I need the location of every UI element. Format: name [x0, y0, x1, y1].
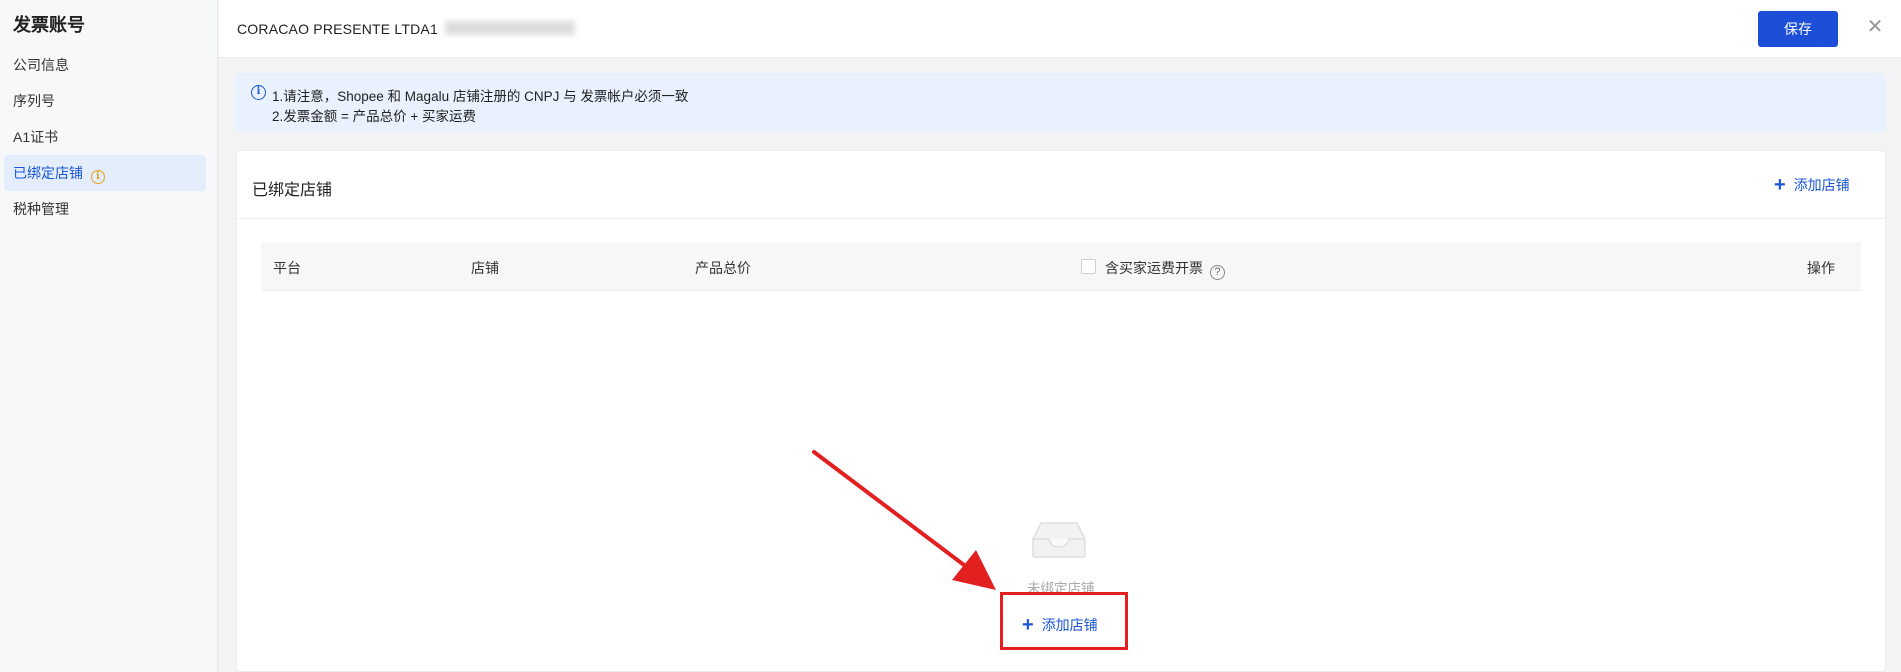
- save-button[interactable]: 保存: [1758, 11, 1838, 47]
- info-icon: i: [251, 85, 266, 100]
- sidebar-item-serial-number[interactable]: 序列号: [4, 83, 206, 119]
- sidebar-item-label: 公司信息: [13, 57, 69, 73]
- include-shipping-checkbox[interactable]: [1081, 259, 1096, 274]
- header: CORACAO PRESENTE LTDA1 保存 ✕: [219, 0, 1901, 58]
- sidebar-item-label: A1证书: [13, 129, 59, 145]
- card-header: 已绑定店铺 + 添加店铺: [237, 151, 1885, 219]
- sidebar-item-bound-stores[interactable]: 已绑定店铺 i: [4, 155, 206, 191]
- close-icon[interactable]: ✕: [1863, 15, 1887, 39]
- sidebar-title: 发票账号: [13, 15, 85, 35]
- sidebar-item-company-info[interactable]: 公司信息: [4, 47, 206, 83]
- add-store-button[interactable]: + 添加店铺: [1774, 173, 1850, 197]
- annotation-highlight-box: [1000, 592, 1128, 650]
- sidebar: 发票账号 公司信息 序列号 A1证书 已绑定店铺 i 税种管理: [0, 0, 218, 672]
- column-platform: 平台: [273, 260, 301, 276]
- sidebar-item-tax-management[interactable]: 税种管理: [4, 191, 206, 227]
- table-header: 平台 店铺 产品总价 含买家运费开票 ? 操作: [261, 242, 1861, 291]
- help-icon[interactable]: ?: [1209, 265, 1225, 280]
- plus-icon: +: [1774, 174, 1786, 196]
- info-icon[interactable]: i: [90, 170, 105, 184]
- empty-inbox-icon: [1032, 522, 1086, 558]
- company-name: CORACAO PRESENTE LTDA1: [237, 21, 438, 37]
- column-store: 店铺: [471, 260, 499, 276]
- include-shipping-label: 含买家运费开票: [1105, 260, 1203, 276]
- notice-line-2: 2.发票金额 = 产品总价 + 买家运费: [272, 109, 477, 124]
- notice-banner: i 1.请注意，Shopee 和 Magalu 店铺注册的 CNPJ 与 发票帐…: [236, 73, 1886, 132]
- sidebar-item-label: 税种管理: [13, 201, 69, 217]
- annotation-arrow-icon: [812, 450, 996, 590]
- column-total-price: 产品总价: [695, 260, 751, 276]
- card-title: 已绑定店铺: [252, 182, 333, 199]
- sidebar-item-label: 已绑定店铺: [13, 165, 83, 181]
- add-store-label: 添加店铺: [1793, 177, 1850, 193]
- column-include-shipping: 含买家运费开票 ?: [1105, 258, 1225, 280]
- column-actions: 操作: [1807, 260, 1835, 276]
- sidebar-item-a1-certificate[interactable]: A1证书: [4, 119, 206, 155]
- redacted-id: [445, 21, 575, 35]
- notice-line-1: 1.请注意，Shopee 和 Magalu 店铺注册的 CNPJ 与 发票帐户必…: [272, 89, 689, 104]
- sidebar-item-label: 序列号: [13, 93, 55, 109]
